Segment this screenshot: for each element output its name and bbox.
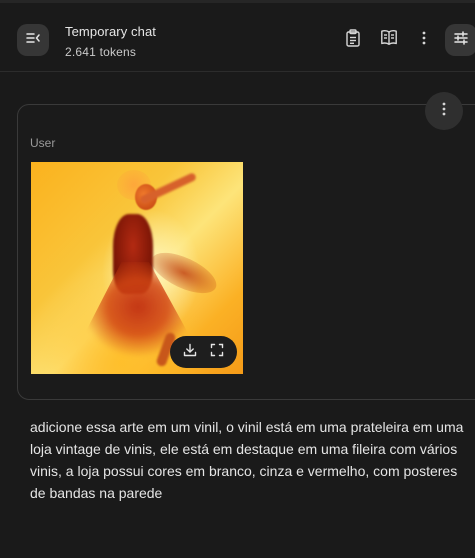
- token-count: 2.641 tokens: [65, 45, 137, 59]
- more-options-button[interactable]: [414, 30, 434, 50]
- book-icon: [380, 29, 398, 51]
- message-options-button[interactable]: [425, 92, 463, 130]
- tune-icon: [453, 30, 469, 51]
- message-text: adicione essa arte em um vinil, o vinil …: [30, 419, 464, 501]
- image-actions-bar: [170, 336, 237, 368]
- sidebar-toggle-button[interactable]: [17, 24, 49, 56]
- download-icon[interactable]: [183, 343, 197, 362]
- run-settings-button[interactable]: [445, 24, 475, 56]
- sidebar-collapse-icon: [25, 30, 41, 51]
- message-role-label: User: [30, 136, 56, 150]
- chat-header: Temporary chat 2.641 tokens: [0, 0, 475, 72]
- book-button[interactable]: [379, 30, 399, 50]
- page-title: Temporary chat: [65, 24, 156, 39]
- clipboard-icon: [345, 28, 361, 52]
- clipboard-button[interactable]: [343, 28, 363, 52]
- fullscreen-icon[interactable]: [210, 343, 224, 362]
- more-vertical-icon: [442, 102, 446, 121]
- more-vertical-icon: [422, 31, 426, 50]
